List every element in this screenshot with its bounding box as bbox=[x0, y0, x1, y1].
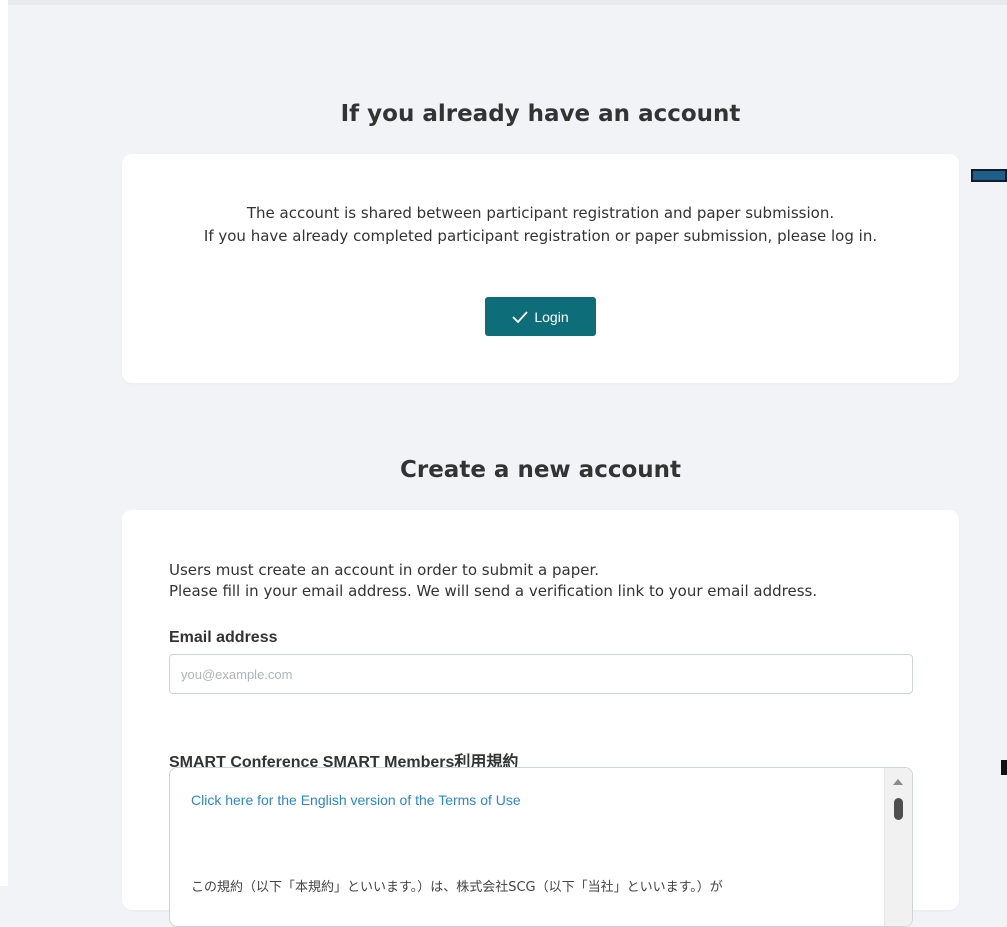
create-intro-line1: Users must create an account in order to… bbox=[169, 561, 600, 579]
create-intro: Users must create an account in order to… bbox=[169, 560, 817, 602]
terms-scroll-box[interactable]: Click here for the English version of th… bbox=[169, 767, 913, 927]
login-card: The account is shared between participan… bbox=[122, 154, 959, 383]
login-button-label: Login bbox=[534, 308, 569, 325]
create-account-card: Users must create an account in order to… bbox=[122, 510, 959, 927]
english-terms-link[interactable]: Click here for the English version of th… bbox=[191, 792, 521, 808]
edge-fragment-2 bbox=[1001, 760, 1007, 775]
login-message-line2: If you have already completed participan… bbox=[203, 227, 878, 245]
terms-scrollbar[interactable] bbox=[884, 768, 912, 926]
edge-fragment bbox=[971, 169, 1007, 182]
email-label: Email address bbox=[169, 629, 278, 646]
top-header-edge bbox=[8, 0, 1007, 5]
left-edge bbox=[0, 0, 8, 886]
login-section-title: If you already have an account bbox=[340, 101, 741, 127]
create-section-title: Create a new account bbox=[399, 457, 682, 483]
create-intro-line2: Please fill in your email address. We wi… bbox=[169, 582, 818, 600]
scroll-thumb[interactable] bbox=[894, 798, 903, 820]
login-button[interactable]: Login bbox=[485, 297, 596, 336]
login-message: The account is shared between participan… bbox=[172, 202, 909, 248]
login-message-line1: The account is shared between participan… bbox=[246, 204, 835, 222]
check-icon bbox=[512, 310, 529, 323]
scroll-up-arrow-icon[interactable] bbox=[893, 779, 903, 785]
email-field[interactable] bbox=[169, 654, 913, 694]
